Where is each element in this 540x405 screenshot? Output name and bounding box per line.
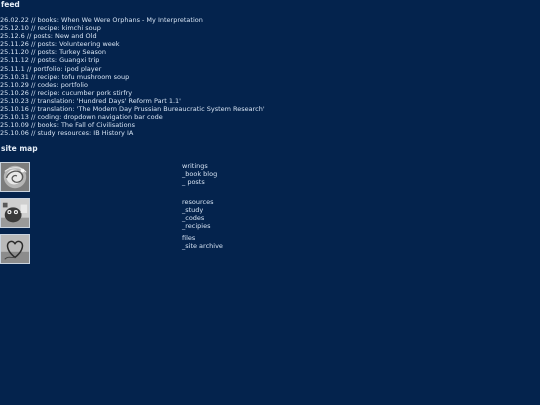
feed-item[interactable]: 25.10.23 // translation: 'Hundred Days' … [0,97,320,105]
sitemap-link-files[interactable]: files [182,234,223,242]
sitemap-group-writings: writings _book blog _ posts [182,162,217,186]
feed-item[interactable]: 25.11.12 // posts: Guangxi trip [0,56,320,64]
swirl-image [1,163,29,191]
feed-item[interactable]: 25.10.13 // coding: dropdown navigation … [0,113,320,121]
resources-thumbnail[interactable] [0,198,30,228]
sitemap-heading: site map [1,144,38,153]
sitemap-link-recipies[interactable]: _recipies [182,222,214,230]
feed-item[interactable]: 25.10.16 // translation: 'The Modern Day… [0,105,320,113]
sitemap-link-writings[interactable]: writings [182,162,217,170]
sitemap-link-book-blog[interactable]: _book blog [182,170,217,178]
feed-list: 26.02.22 // books: When We Were Orphans … [0,16,320,137]
sitemap-link-posts[interactable]: _ posts [182,178,217,186]
feed-item[interactable]: 25.10.31 // recipe: tofu mushroom soup [0,73,320,81]
feed-item[interactable]: 26.02.22 // books: When We Were Orphans … [0,16,320,24]
files-thumbnail[interactable] [0,234,30,264]
sitemap-link-codes[interactable]: _codes [182,214,214,222]
character-image [1,199,29,227]
sitemap-link-study[interactable]: _study [182,206,214,214]
feed-item[interactable]: 25.12.6 // posts: New and Old [0,32,320,40]
feed-item[interactable]: 25.10.09 // books: The Fall of Civilisat… [0,121,320,129]
feed-item[interactable]: 25.12.10 // recipe: kimchi soup [0,24,320,32]
sitemap-group-files: files _site archive [182,234,223,250]
sitemap-link-resources[interactable]: resources [182,198,214,206]
feed-item[interactable]: 25.10.29 // codes: portfolio [0,81,320,89]
feed-item[interactable]: 25.10.26 // recipe: cucumber pork stirfr… [0,89,320,97]
writings-thumbnail[interactable] [0,162,30,192]
feed-item[interactable]: 25.11.1 // portfolio: ipod player [0,65,320,73]
heart-image [1,235,29,263]
sitemap-group-resources: resources _study _codes _recipies [182,198,214,230]
feed-heading: feed [1,0,20,9]
feed-item[interactable]: 25.11.26 // posts: Volunteering week [0,40,320,48]
feed-item[interactable]: 25.10.06 // study resources: IB History … [0,129,320,137]
sitemap-link-site-archive[interactable]: _site archive [182,242,223,250]
feed-item[interactable]: 25.11.20 // posts: Turkey Season [0,48,320,56]
